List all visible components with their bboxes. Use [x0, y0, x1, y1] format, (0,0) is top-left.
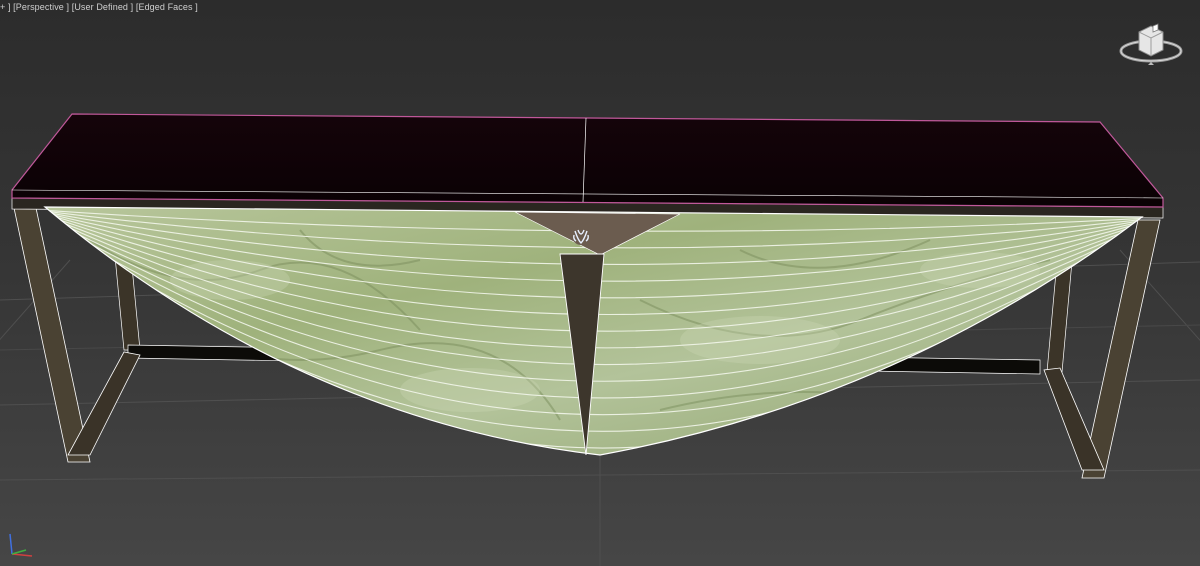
viewport-menu-plus[interactable]: + ] — [0, 2, 11, 12]
table-top — [12, 114, 1163, 207]
axis-tripod-icon — [9, 533, 33, 557]
viewport-label-menu: + ] [Perspective ] [User Defined ] [Edge… — [0, 0, 198, 14]
perspective-viewport[interactable]: + ] [Perspective ] [User Defined ] [Edge… — [0, 0, 1200, 566]
viewport-menu-edged-faces[interactable]: [Edged Faces ] — [136, 2, 198, 12]
ornament-emblem — [572, 227, 590, 245]
viewcube-icon[interactable] — [1118, 18, 1184, 70]
viewport-menu-shading[interactable]: [User Defined ] — [72, 2, 134, 12]
viewport-menu-perspective[interactable]: [Perspective ] — [13, 2, 69, 12]
scene-render[interactable] — [0, 0, 1200, 566]
